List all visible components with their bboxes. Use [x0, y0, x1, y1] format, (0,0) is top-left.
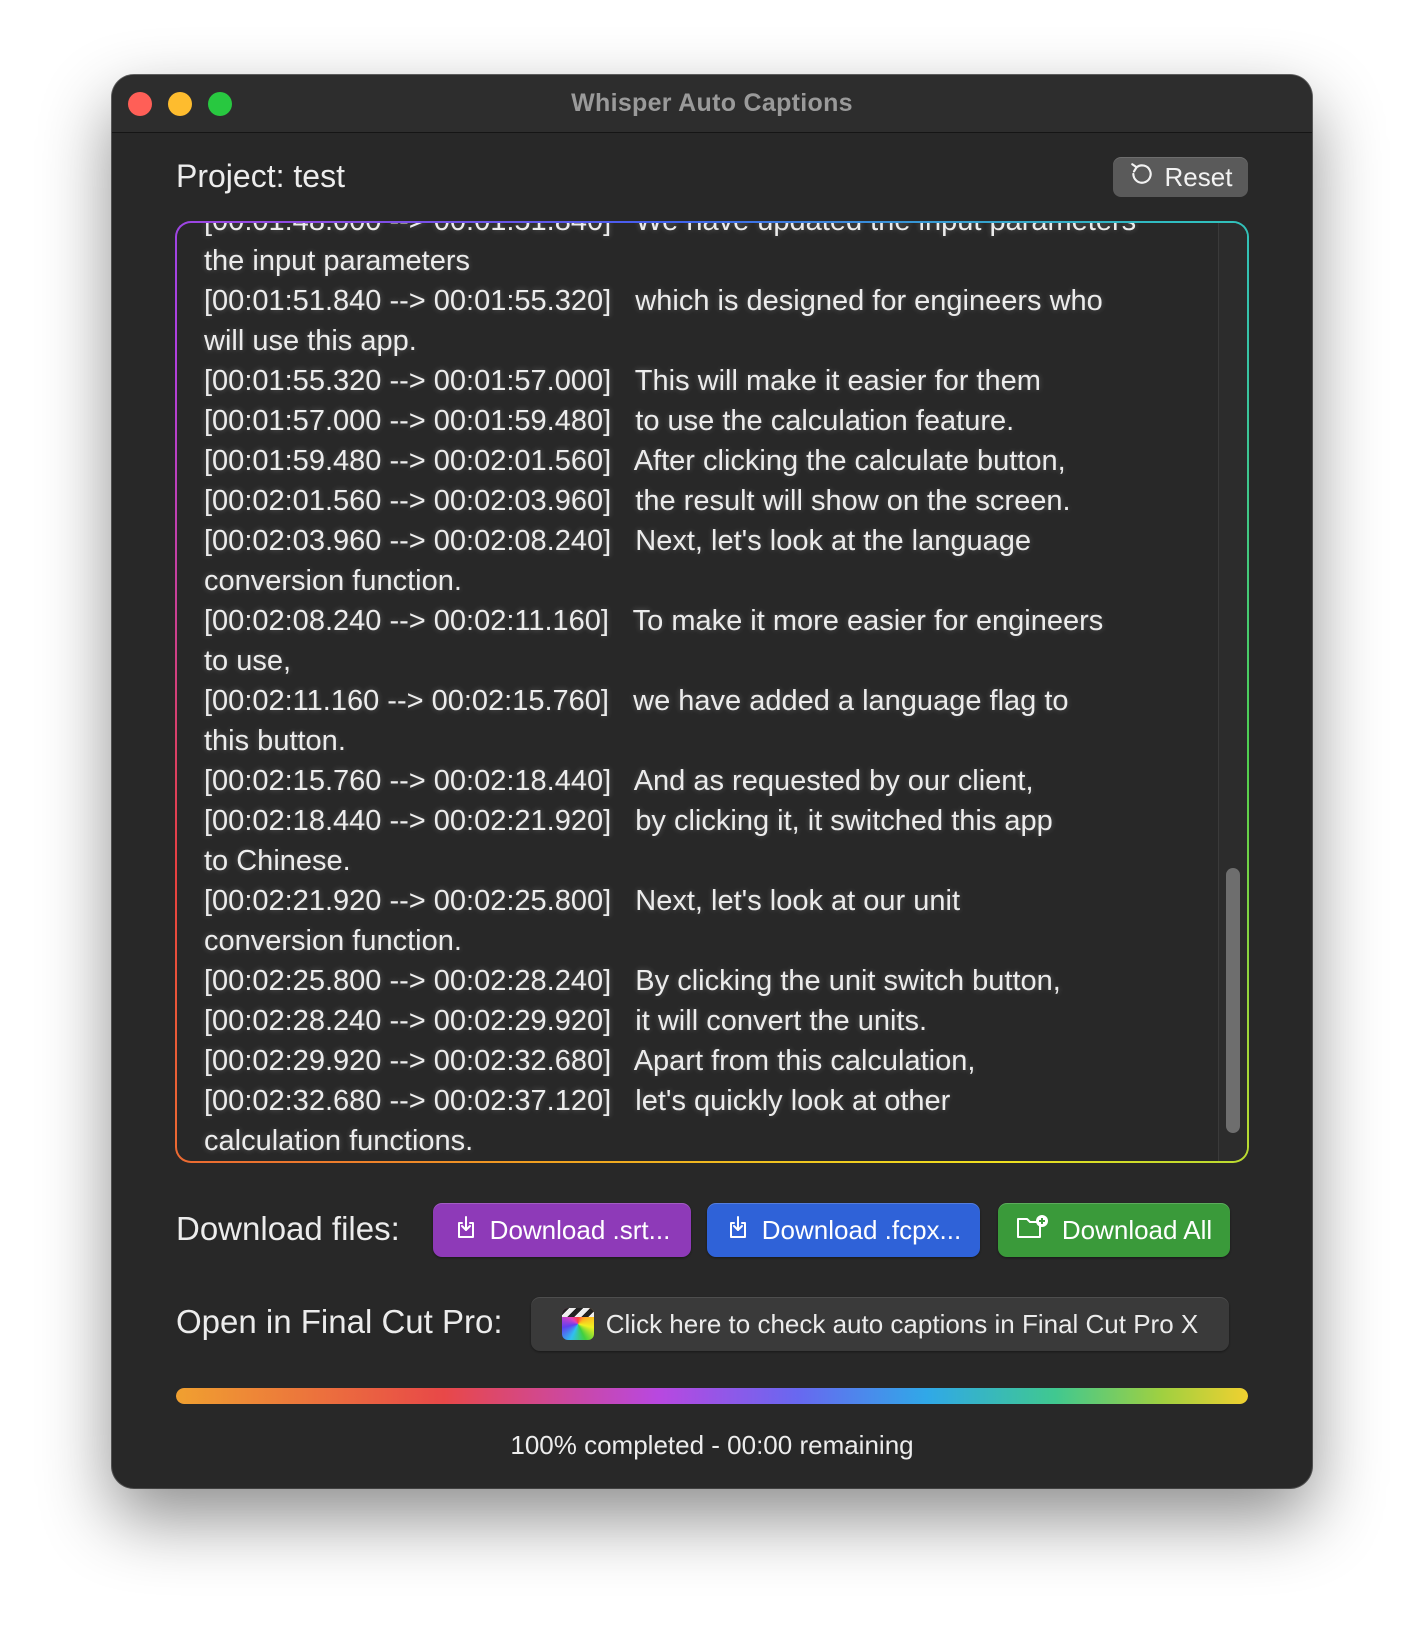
transcript-line: to use, — [204, 645, 292, 677]
download-icon — [454, 1214, 478, 1247]
transcript-line: [00:02:28.240 --> 00:02:29.920] it will … — [204, 1005, 928, 1037]
project-title: Project: test — [176, 158, 345, 194]
transcript-line: [00:02:29.920 --> 00:02:32.680] Apart fr… — [204, 1045, 976, 1077]
transcript-line: this button. — [204, 725, 346, 757]
transcript-line: [00:01:48.000 --> 00:01:51.840] We have … — [204, 223, 1184, 241]
transcript-text[interactable]: [00:01:48.000 --> 00:01:51.840] We have … — [204, 223, 1184, 1161]
transcript-line: [00:01:59.480 --> 00:02:01.560] After cl… — [204, 445, 1066, 477]
transcript-line: [00:02:21.920 --> 00:02:25.800] Next, le… — [204, 885, 960, 917]
reset-label: Reset — [1164, 161, 1233, 192]
download-all-button[interactable]: Download All — [998, 1203, 1230, 1257]
progress-bar-fill — [176, 1388, 1248, 1404]
reset-icon — [1129, 161, 1155, 194]
title-bar[interactable]: Whisper Auto Captions — [112, 75, 1312, 133]
download-fcpx-button[interactable]: Download .fcpx... — [707, 1203, 980, 1257]
transcript-line: [00:02:03.960 --> 00:02:08.240] Next, le… — [204, 525, 1031, 557]
transcript-line: will use this app. — [204, 325, 417, 357]
transcript-line: calculation functions. — [204, 1125, 474, 1157]
transcript-line: [00:01:55.320 --> 00:01:57.000] This wil… — [204, 365, 1041, 397]
transcript-viewport[interactable]: [00:01:48.000 --> 00:01:51.840] We have … — [177, 223, 1247, 1161]
open-final-cut-label: Click here to check auto captions in Fin… — [605, 1308, 1199, 1339]
transcript-area[interactable]: [00:01:48.000 --> 00:01:51.840] We have … — [175, 221, 1249, 1163]
transcript-line: [00:02:25.800 --> 00:02:28.240] By click… — [204, 965, 1061, 997]
scrollbar-thumb[interactable] — [1226, 868, 1240, 1133]
transcript-line: the input parameters — [204, 245, 470, 277]
transcript-line: to Chinese. — [204, 845, 351, 877]
app-window: Whisper Auto Captions Project: test Rese… — [112, 75, 1312, 1488]
transcript-line: [00:02:01.560 --> 00:02:03.960] the resu… — [204, 485, 1071, 517]
transcript-line: [00:02:15.760 --> 00:02:18.440] And as r… — [204, 765, 1034, 797]
window-title: Whisper Auto Captions — [571, 89, 853, 117]
transcript-line: [00:02:32.680 --> 00:02:37.120] let's qu… — [204, 1085, 951, 1117]
download-icon — [726, 1214, 750, 1247]
download-srt-button[interactable]: Download .srt... — [433, 1203, 691, 1257]
transcript-line: conversion function. — [204, 565, 462, 597]
transcript-line: conversion function. — [204, 925, 462, 957]
download-files-label: Download files: — [176, 1210, 400, 1247]
transcript-line: [00:01:51.840 --> 00:01:55.320] which is… — [204, 285, 1103, 317]
transcript-line: [00:01:57.000 --> 00:01:59.480] to use t… — [204, 405, 1015, 437]
progress-bar — [176, 1388, 1248, 1404]
progress-status: 100% completed - 00:00 remaining — [510, 1430, 914, 1460]
transcript-line: [00:02:11.160 --> 00:02:15.760] we have … — [204, 685, 1069, 717]
final-cut-label: Open in Final Cut Pro: — [176, 1303, 503, 1340]
download-all-label: Download All — [1061, 1214, 1213, 1245]
transcript-line: [00:02:08.240 --> 00:02:11.160] To make … — [204, 605, 1104, 637]
reset-button[interactable]: Reset — [1113, 157, 1248, 197]
transcript-line: [00:02:18.440 --> 00:02:21.920] by click… — [204, 805, 1053, 837]
download-srt-label: Download .srt... — [489, 1214, 671, 1245]
download-fcpx-label: Download .fcpx... — [761, 1214, 962, 1245]
folder-add-icon — [1016, 1214, 1050, 1247]
open-final-cut-button[interactable]: Click here to check auto captions in Fin… — [531, 1297, 1229, 1351]
transcript-scrollbar[interactable] — [1218, 223, 1247, 1161]
final-cut-pro-icon — [561, 1308, 594, 1340]
